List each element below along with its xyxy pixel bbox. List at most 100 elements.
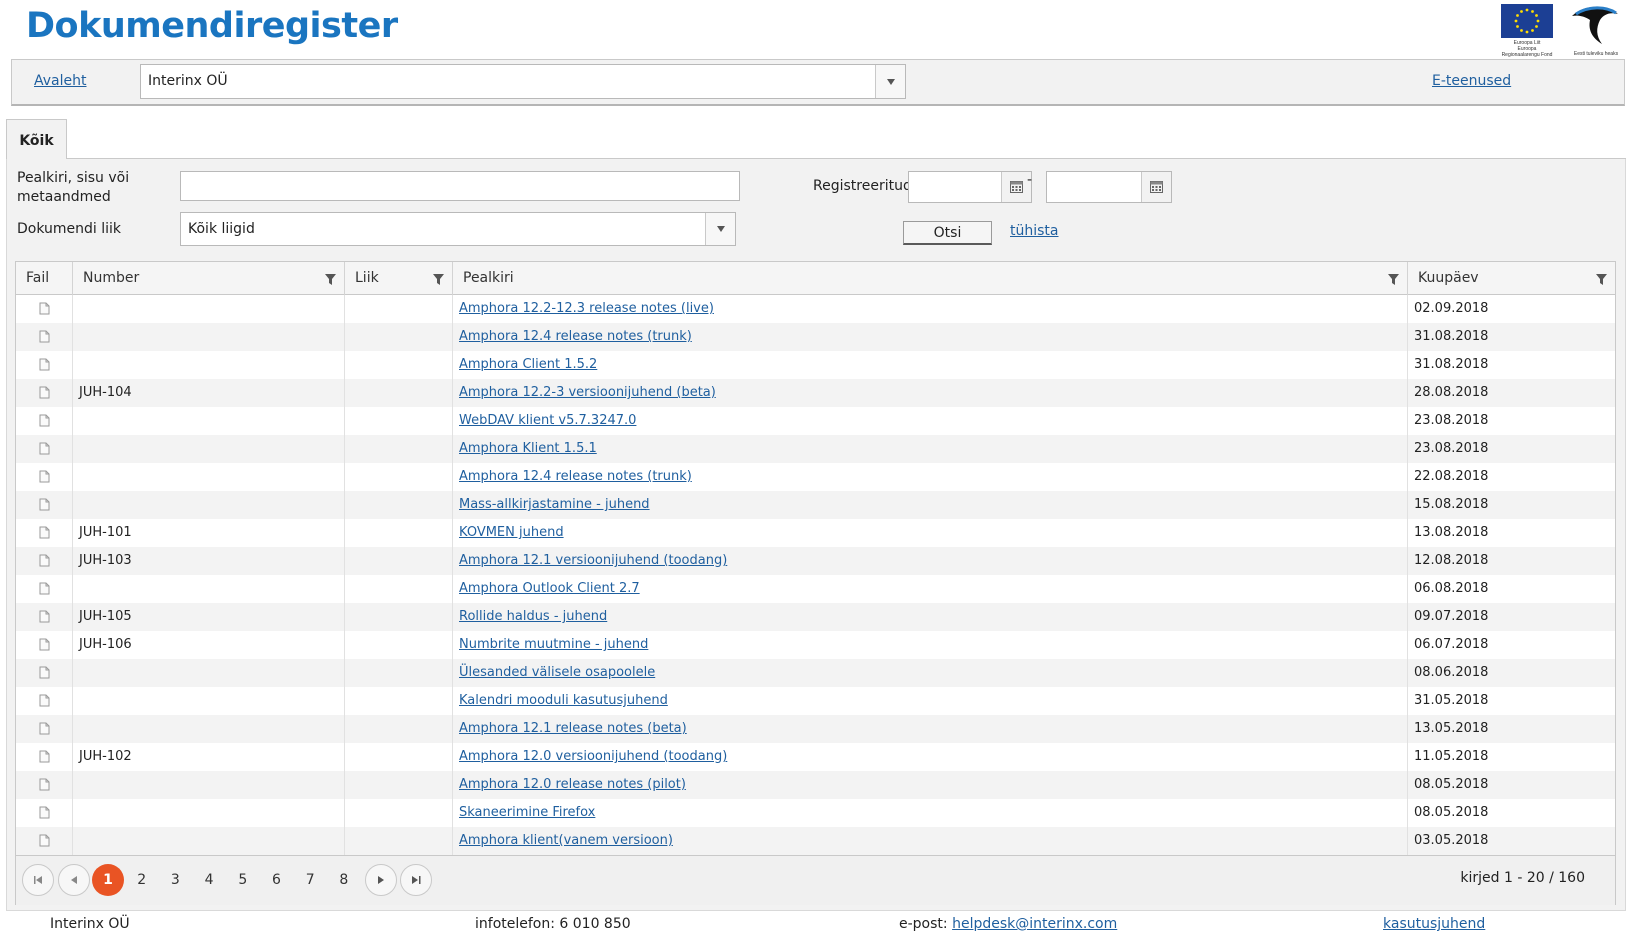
- file-cell[interactable]: [16, 323, 73, 351]
- page-number-5[interactable]: 5: [227, 864, 259, 896]
- file-cell[interactable]: [16, 687, 73, 715]
- document-title-link[interactable]: Amphora 12.4 release notes (trunk): [459, 469, 692, 484]
- document-title-link[interactable]: Amphora Klient 1.5.1: [459, 441, 597, 456]
- page-number-4[interactable]: 4: [193, 864, 225, 896]
- table-row[interactable]: Amphora 12.4 release notes (trunk) 22.08.…: [16, 463, 1615, 491]
- table-row[interactable]: JUH-106 Numbrite muutmine - juhend 06.07.2…: [16, 631, 1615, 659]
- table-row[interactable]: JUH-102 Amphora 12.0 versioonijuhend (too…: [16, 743, 1615, 771]
- calendar-icon[interactable]: [1141, 172, 1171, 202]
- document-title-link[interactable]: Amphora Client 1.5.2: [459, 357, 597, 372]
- clear-link[interactable]: tühista: [1010, 223, 1059, 239]
- table-row[interactable]: Kalendri mooduli kasutusjuhend 31.05.2018: [16, 687, 1615, 715]
- chevron-down-icon[interactable]: [705, 213, 735, 245]
- date-from-field[interactable]: [908, 171, 1032, 203]
- number-cell: JUH-104: [73, 379, 345, 407]
- filter-icon[interactable]: [1596, 274, 1607, 285]
- document-title-link[interactable]: Rollide haldus - juhend: [459, 609, 607, 624]
- page-number-2[interactable]: 2: [126, 864, 158, 896]
- page-number-3[interactable]: 3: [159, 864, 191, 896]
- document-title-link[interactable]: Amphora 12.2-12.3 release notes (live): [459, 301, 714, 316]
- file-cell[interactable]: [16, 799, 73, 827]
- search-button[interactable]: Otsi: [903, 221, 992, 245]
- table-row[interactable]: JUH-104 Amphora 12.2-3 versioonijuhend (b…: [16, 379, 1615, 407]
- estonia-logo-caption: Eesti tuleviku heaks: [1573, 51, 1619, 57]
- table-row[interactable]: Amphora 12.2-12.3 release notes (live) 02…: [16, 295, 1615, 323]
- first-page-button[interactable]: [22, 864, 54, 896]
- last-page-button[interactable]: [400, 864, 432, 896]
- page-number-7[interactable]: 7: [294, 864, 326, 896]
- table-row[interactable]: JUH-103 Amphora 12.1 versioonijuhend (too…: [16, 547, 1615, 575]
- filter-icon[interactable]: [1388, 274, 1399, 285]
- table-row[interactable]: Amphora Outlook Client 2.7 06.08.2018: [16, 575, 1615, 603]
- file-cell[interactable]: [16, 603, 73, 631]
- file-cell[interactable]: [16, 407, 73, 435]
- file-cell[interactable]: [16, 463, 73, 491]
- file-cell[interactable]: [16, 435, 73, 463]
- document-title-link[interactable]: Amphora 12.1 versioonijuhend (toodang): [459, 553, 727, 568]
- file-cell[interactable]: [16, 295, 73, 323]
- document-title-link[interactable]: KOVMEN juhend: [459, 525, 564, 540]
- file-cell[interactable]: [16, 519, 73, 547]
- document-title-link[interactable]: Amphora 12.1 release notes (beta): [459, 721, 687, 736]
- column-header-title[interactable]: Pealkiri: [453, 262, 1408, 295]
- file-cell[interactable]: [16, 771, 73, 799]
- column-header-file[interactable]: Fail: [16, 262, 73, 295]
- document-title-link[interactable]: Mass-allkirjastamine - juhend: [459, 497, 650, 512]
- table-row[interactable]: JUH-105 Rollide haldus - juhend 09.07.2018: [16, 603, 1615, 631]
- query-input[interactable]: [180, 171, 740, 201]
- date-to-field[interactable]: [1046, 171, 1172, 203]
- doctype-select[interactable]: Kõik liigid: [180, 212, 736, 246]
- table-row[interactable]: Mass-allkirjastamine - juhend 15.08.2018: [16, 491, 1615, 519]
- table-row[interactable]: Amphora klient(vanem versioon) 03.05.2018: [16, 827, 1615, 855]
- document-title-link[interactable]: Skaneerimine Firefox: [459, 805, 595, 820]
- title-cell: Amphora Client 1.5.2: [453, 351, 1408, 379]
- page-number-8[interactable]: 8: [328, 864, 360, 896]
- table-row[interactable]: Amphora 12.4 release notes (trunk) 31.08.…: [16, 323, 1615, 351]
- table-row[interactable]: Amphora Client 1.5.2 31.08.2018: [16, 351, 1615, 379]
- file-cell[interactable]: [16, 715, 73, 743]
- document-title-link[interactable]: Amphora 12.0 release notes (pilot): [459, 777, 686, 792]
- file-cell[interactable]: [16, 631, 73, 659]
- user-manual-link[interactable]: kasutusjuhend: [1383, 916, 1485, 932]
- document-title-link[interactable]: Amphora 12.0 versioonijuhend (toodang): [459, 749, 727, 764]
- table-row[interactable]: Amphora 12.0 release notes (pilot) 08.05.…: [16, 771, 1615, 799]
- document-title-link[interactable]: Kalendri mooduli kasutusjuhend: [459, 693, 668, 708]
- document-title-link[interactable]: Ülesanded välisele osapoolele: [459, 665, 655, 680]
- e-services-link[interactable]: E-teenused: [1432, 73, 1511, 89]
- prev-page-button[interactable]: [58, 864, 90, 896]
- next-page-button[interactable]: [365, 864, 397, 896]
- footer-email-link[interactable]: helpdesk@interinx.com: [952, 916, 1117, 932]
- table-row[interactable]: Skaneerimine Firefox 08.05.2018: [16, 799, 1615, 827]
- document-title-link[interactable]: Amphora klient(vanem versioon): [459, 833, 673, 848]
- column-header-date[interactable]: Kuupäev: [1408, 262, 1615, 295]
- chevron-down-icon[interactable]: [875, 65, 905, 98]
- file-cell[interactable]: [16, 827, 73, 855]
- filter-icon[interactable]: [325, 274, 336, 285]
- file-cell[interactable]: [16, 547, 73, 575]
- eu-flag-icon: [1501, 4, 1553, 38]
- file-cell[interactable]: [16, 351, 73, 379]
- file-cell[interactable]: [16, 743, 73, 771]
- organization-select[interactable]: Interinx OÜ: [140, 64, 906, 99]
- document-title-link[interactable]: Amphora 12.2-3 versioonijuhend (beta): [459, 385, 716, 400]
- table-row[interactable]: Amphora Klient 1.5.1 23.08.2018: [16, 435, 1615, 463]
- column-header-type[interactable]: Liik: [345, 262, 453, 295]
- table-row[interactable]: WebDAV klient v5.7.3247.0 23.08.2018: [16, 407, 1615, 435]
- table-row[interactable]: Amphora 12.1 release notes (beta) 13.05.2…: [16, 715, 1615, 743]
- table-row[interactable]: Ülesanded välisele osapoolele 08.06.2018: [16, 659, 1615, 687]
- file-cell[interactable]: [16, 491, 73, 519]
- page-number-6[interactable]: 6: [261, 864, 293, 896]
- page-number-1[interactable]: 1: [92, 864, 124, 896]
- column-header-number[interactable]: Number: [73, 262, 345, 295]
- table-row[interactable]: JUH-101 KOVMEN juhend 13.08.2018: [16, 519, 1615, 547]
- file-cell[interactable]: [16, 659, 73, 687]
- file-cell[interactable]: [16, 379, 73, 407]
- document-title-link[interactable]: WebDAV klient v5.7.3247.0: [459, 413, 636, 428]
- document-title-link[interactable]: Numbrite muutmine - juhend: [459, 637, 648, 652]
- document-title-link[interactable]: Amphora 12.4 release notes (trunk): [459, 329, 692, 344]
- filter-icon[interactable]: [433, 274, 444, 285]
- tab-all[interactable]: Kõik: [6, 119, 67, 160]
- document-title-link[interactable]: Amphora Outlook Client 2.7: [459, 581, 640, 596]
- file-cell[interactable]: [16, 575, 73, 603]
- home-link[interactable]: Avaleht: [34, 73, 87, 89]
